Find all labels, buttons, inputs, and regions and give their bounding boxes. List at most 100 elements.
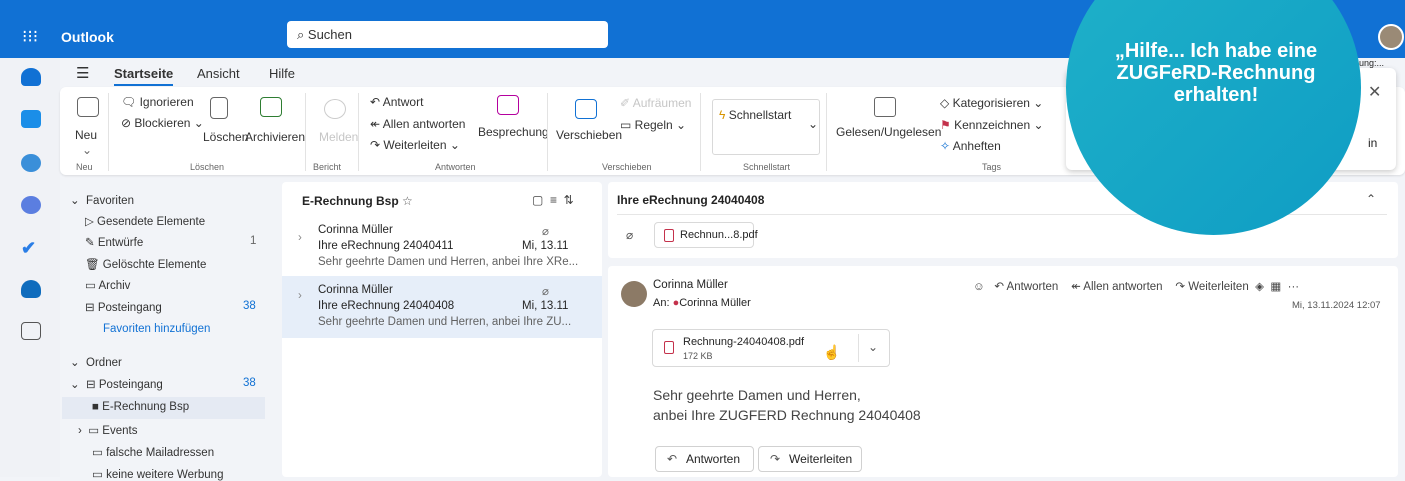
add-favorite-link[interactable]: Favoriten hinzufügen bbox=[103, 323, 210, 335]
hamburger-icon[interactable]: ☰ bbox=[76, 64, 89, 82]
calendar-icon[interactable] bbox=[21, 110, 41, 128]
filter-icons[interactable]: ▢ ≡ ⇅ bbox=[532, 193, 574, 207]
reply-all-action-label: Allen antworten bbox=[1083, 281, 1163, 293]
search-input[interactable]: ⌕ Suchen bbox=[287, 21, 608, 48]
reply-all-action[interactable]: ↞ Allen antworten bbox=[1071, 281, 1162, 293]
forward-action[interactable]: ↷ Weiterleiten bbox=[1175, 281, 1248, 293]
archive-icon bbox=[260, 97, 282, 117]
list-item-selected[interactable]: › Corinna Müller ⌀ Ihre eRechnung 240404… bbox=[282, 276, 602, 338]
ignore-button[interactable]: 🗨 Ignorieren bbox=[121, 95, 194, 109]
reply-icon: ↶ bbox=[370, 95, 383, 109]
tab-ansicht[interactable]: Ansicht bbox=[197, 66, 240, 81]
sticker-icon[interactable]: ◈ bbox=[1255, 281, 1264, 293]
new-button[interactable]: Neu bbox=[75, 128, 97, 142]
tag-icon: ◇ bbox=[940, 96, 953, 110]
onedrive-icon[interactable] bbox=[21, 280, 41, 298]
chevron-down-icon[interactable]: ⌄ bbox=[82, 143, 92, 157]
block-icon: ⊘ bbox=[121, 116, 135, 130]
block-button[interactable]: ⊘ Blockieren ⌄ bbox=[121, 116, 204, 130]
attachment-chip[interactable]: Rechnun...8.pdf bbox=[654, 222, 758, 248]
reading-pane: Ihre eRechnung 24040408 ⌃ ⌀ Rechnun...8.… bbox=[608, 182, 1398, 477]
reply-button-label: Antworten bbox=[686, 452, 741, 466]
folder-inbox[interactable]: ⌄ ⊟ Posteingang 38 bbox=[70, 377, 260, 391]
folders-label: Ordner bbox=[86, 357, 122, 369]
archive-icon: ▭ bbox=[85, 280, 99, 292]
quick-steps-chevron-icon[interactable]: ⌄ bbox=[808, 117, 818, 131]
move-button[interactable]: Verschieben bbox=[556, 128, 622, 142]
people-icon[interactable] bbox=[21, 154, 41, 172]
folders-header[interactable]: ⌄ Ordner bbox=[70, 355, 122, 369]
attachment-menu-icon[interactable]: ⌄ bbox=[868, 340, 878, 354]
reply-all-button[interactable]: ↞ Allen antworten bbox=[370, 117, 465, 131]
flag-button[interactable]: ⚑ Kennzeichnen ⌄ bbox=[940, 118, 1044, 132]
rules-button[interactable]: ▭ Regeln ⌄ bbox=[620, 118, 686, 132]
folder-falsche[interactable]: ▭ falsche Mailadressen bbox=[92, 445, 214, 459]
sweep-button[interactable]: ✐ Aufräumen bbox=[620, 96, 691, 110]
star-icon[interactable]: ☆ bbox=[402, 194, 413, 208]
tab-hilfe[interactable]: Hilfe bbox=[269, 66, 295, 81]
expand-chevron-icon[interactable]: › bbox=[298, 290, 302, 302]
forward-button[interactable]: ↷ Weiterleiten ⌄ bbox=[370, 138, 460, 152]
mail-icon[interactable] bbox=[21, 68, 41, 86]
inbox-icon: ⊟ bbox=[85, 302, 98, 314]
tab-startseite[interactable]: Startseite bbox=[114, 66, 174, 86]
sender-avatar[interactable] bbox=[621, 281, 647, 307]
more-apps-icon[interactable] bbox=[21, 322, 41, 340]
folder-erechnung-label: E-Rechnung Bsp bbox=[102, 401, 190, 413]
folder-drafts[interactable]: ✎ Entwürfe 1 bbox=[85, 235, 260, 249]
meeting-button[interactable]: Besprechung bbox=[478, 125, 549, 139]
forward-icon: ↷ bbox=[370, 138, 384, 152]
attachment-card[interactable]: Rechnung-24040408.pdf 172 KB ☝ ⌄ bbox=[652, 329, 890, 367]
reading-subject: Ihre eRechnung 24040408 bbox=[617, 193, 765, 207]
flag-label: Kennzeichnen bbox=[954, 118, 1031, 132]
folder-events-row[interactable]: › ▭ Events bbox=[78, 423, 137, 437]
delete-button[interactable]: Löschen bbox=[203, 130, 248, 144]
quick-steps-box[interactable]: ϟ Schnellstart bbox=[712, 99, 820, 155]
emoji-icon[interactable]: ☺ bbox=[973, 281, 994, 293]
reply-button-bottom[interactable]: ↶ Antworten bbox=[655, 446, 754, 472]
group-neu: Neu bbox=[76, 162, 93, 172]
app-launcher-icon[interactable]: ⁝⁝⁝ bbox=[22, 27, 38, 47]
list-item[interactable]: › Corinna Müller ⌀ Ihre eRechnung 240404… bbox=[282, 218, 602, 273]
rules-label: Regeln bbox=[634, 118, 673, 132]
folder-erechnung[interactable]: ■ E-Rechnung Bsp bbox=[92, 401, 189, 413]
search-placeholder: Suchen bbox=[307, 27, 352, 42]
forward-button-bottom[interactable]: ↷ Weiterleiten bbox=[758, 446, 862, 472]
collapse-icon[interactable]: ⌃ bbox=[1366, 192, 1376, 206]
flag-icon: ⚑ bbox=[940, 118, 955, 132]
recipient-name[interactable]: Corinna Müller bbox=[679, 297, 751, 309]
pin-button[interactable]: ✧ Anheften bbox=[940, 139, 1001, 153]
reply-action[interactable]: ↶ Antworten bbox=[994, 281, 1058, 293]
group-loeschen: Löschen bbox=[190, 162, 225, 172]
archive-button[interactable]: Archivieren bbox=[245, 130, 305, 144]
folder-keine[interactable]: ▭ keine weitere Werbung bbox=[92, 467, 223, 481]
folder-inbox-fav[interactable]: ⊟ Posteingang 38 bbox=[85, 300, 260, 314]
message-list: E-Rechnung Bsp ☆ ▢ ≡ ⇅ › Corinna Müller … bbox=[282, 182, 602, 477]
message-subject: Ihre eRechnung 24040408 bbox=[318, 300, 455, 312]
drafts-count: 1 bbox=[250, 235, 257, 247]
forward-action-label: Weiterleiten bbox=[1188, 281, 1249, 293]
report-button[interactable]: Melden bbox=[319, 130, 358, 144]
user-avatar[interactable] bbox=[1378, 24, 1404, 50]
groups-icon[interactable] bbox=[21, 196, 41, 214]
quick-step-item[interactable]: ϟ Schnellstart bbox=[719, 108, 791, 122]
reply-all-icon: ↞ bbox=[370, 117, 383, 131]
expand-chevron-icon[interactable]: › bbox=[298, 232, 302, 244]
meeting-icon bbox=[497, 95, 519, 115]
sender-name[interactable]: Corinna Müller bbox=[653, 279, 728, 291]
forward-label: Weiterleiten bbox=[383, 138, 447, 152]
more-icon[interactable]: ··· bbox=[1288, 281, 1300, 293]
to-label: An: bbox=[653, 297, 670, 309]
calendar-icon[interactable]: ▦ bbox=[1270, 281, 1281, 293]
reply-button[interactable]: ↶ Antwort bbox=[370, 95, 423, 109]
categorize-button[interactable]: ◇ Kategorisieren ⌄ bbox=[940, 96, 1043, 110]
app-title[interactable]: Outlook bbox=[61, 29, 114, 45]
folder-deleted[interactable]: 🗑 Gelöschte Elemente bbox=[85, 257, 206, 271]
folder-archive[interactable]: ▭ Archiv bbox=[85, 278, 130, 292]
favorites-header[interactable]: ⌄ Favoriten bbox=[70, 193, 134, 207]
read-unread-button[interactable]: Gelesen/Ungelesen bbox=[836, 125, 941, 139]
todo-icon[interactable]: ✔ bbox=[21, 238, 41, 258]
close-icon[interactable]: ✕ bbox=[1368, 82, 1381, 102]
message-preview: Sehr geehrte Damen und Herren, anbei Ihr… bbox=[318, 256, 579, 268]
folder-sent[interactable]: ▷ Gesendete Elemente bbox=[85, 214, 205, 228]
